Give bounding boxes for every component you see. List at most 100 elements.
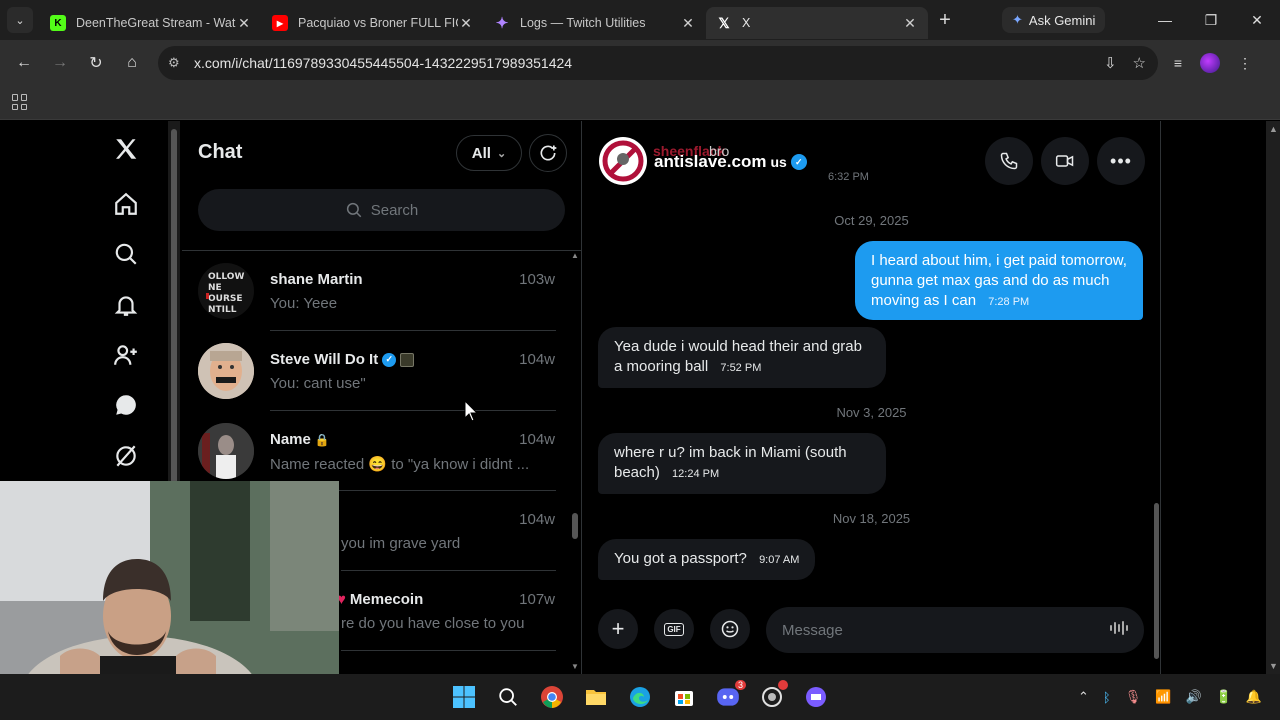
chevron-down-icon: ⌄ bbox=[496, 147, 507, 160]
message-bubble-incoming[interactable]: Yea dude i would head their and grab a m… bbox=[598, 327, 886, 388]
microphone-icon[interactable]: 🎙 bbox=[1125, 689, 1142, 705]
windows-taskbar: 3 ⌃ ᛒ 🎙 📶 🔊 🔋 🔔 bbox=[0, 674, 1280, 720]
message-composer: + GIF Message bbox=[583, 607, 1160, 657]
reload-button[interactable]: ↻ bbox=[78, 45, 114, 81]
url-bar[interactable]: ⚙ x.com/i/chat/1169789330455445504-14322… bbox=[158, 46, 1158, 80]
app-icon[interactable] bbox=[758, 680, 788, 711]
wifi-icon[interactable]: 📶 bbox=[1155, 689, 1171, 705]
taskbar-search-icon[interactable] bbox=[494, 683, 522, 711]
tab-title: X bbox=[742, 16, 751, 30]
chevron-down-icon: ⌄ bbox=[7, 7, 33, 33]
conversation-preview: you im grave yard bbox=[341, 535, 461, 552]
conversation-item[interactable]: Name 🔒 104w Name reacted 😄 to "ya know i… bbox=[182, 411, 568, 491]
page-scrollbar[interactable]: ▲ ▼ bbox=[1266, 121, 1280, 674]
restore-button[interactable]: ❐ bbox=[1188, 0, 1234, 40]
add-attachment-button[interactable]: + bbox=[598, 609, 638, 649]
x-logo-icon[interactable] bbox=[106, 129, 146, 169]
more-options-button[interactable]: ••• bbox=[1097, 137, 1145, 185]
message-bubble-outgoing[interactable]: I heard about him, i get paid tomorrow, … bbox=[855, 241, 1143, 320]
new-tab-button[interactable]: + bbox=[928, 9, 962, 32]
contact-avatar[interactable] bbox=[599, 137, 647, 185]
new-chat-button[interactable] bbox=[529, 134, 567, 172]
browser-tab-4-active[interactable]: 𝕏 X ✕ bbox=[706, 7, 928, 39]
ask-gemini-button[interactable]: ✦ Ask Gemini bbox=[1002, 7, 1106, 33]
close-tab-icon[interactable]: ✕ bbox=[680, 15, 696, 32]
chat-bubble-icon[interactable] bbox=[106, 385, 146, 425]
scroll-up-arrow-icon[interactable]: ▲ bbox=[1269, 124, 1278, 134]
video-call-button[interactable] bbox=[1041, 137, 1089, 185]
volume-icon[interactable]: 🔊 bbox=[1185, 689, 1201, 705]
profile-avatar[interactable] bbox=[1200, 53, 1220, 73]
message-bubble-incoming[interactable]: You got a passport? 9:07 AM bbox=[598, 539, 816, 580]
close-window-button[interactable]: ✕ bbox=[1234, 0, 1280, 40]
search-icon[interactable] bbox=[106, 234, 146, 274]
scroll-up-arrow-icon[interactable]: ▲ bbox=[571, 251, 579, 260]
voice-call-button[interactable] bbox=[985, 137, 1033, 185]
minimize-button[interactable]: — bbox=[1142, 0, 1188, 40]
menu-icon[interactable]: ⋮ bbox=[1238, 55, 1252, 72]
install-app-icon[interactable]: ⇩ bbox=[1104, 54, 1117, 72]
tab-search-button[interactable]: ⌄ bbox=[0, 0, 40, 40]
chevron-up-icon[interactable]: ⌃ bbox=[1078, 689, 1089, 705]
grok-icon[interactable] bbox=[106, 436, 146, 476]
emoji-button[interactable] bbox=[710, 609, 750, 649]
conversation-item[interactable]: OLLOW NE OURSE NTILL shane Martin 103w You:… bbox=[182, 251, 568, 331]
notification-bell-icon[interactable]: 🔔 bbox=[1246, 689, 1262, 705]
youtube-icon: ▶ bbox=[272, 15, 288, 31]
windows-start-icon[interactable] bbox=[450, 683, 478, 711]
scroll-down-arrow-icon[interactable]: ▼ bbox=[1269, 661, 1278, 671]
tab-title: Logs — Twitch Utilities bbox=[520, 16, 646, 30]
store-icon[interactable] bbox=[670, 683, 698, 711]
contact-name-suffix: us bbox=[770, 154, 787, 170]
filter-all-dropdown[interactable]: All ⌄ bbox=[456, 135, 522, 171]
svg-text:OLLOW: OLLOW bbox=[208, 272, 244, 282]
browser-tab-2[interactable]: ▶ Pacquiao vs Broner FULL FIG ✕ bbox=[262, 7, 484, 39]
home-icon[interactable] bbox=[106, 184, 146, 224]
follow-person-icon[interactable] bbox=[106, 335, 146, 375]
message-bubble-incoming[interactable]: where r u? im back in Miami (south beach… bbox=[598, 433, 886, 494]
date-separator: Oct 29, 2025 bbox=[834, 213, 909, 228]
phone-icon bbox=[1000, 152, 1018, 170]
scroll-down-arrow-icon[interactable]: ▼ bbox=[571, 662, 579, 671]
notification-dot bbox=[778, 680, 788, 690]
apps-grid-icon[interactable] bbox=[12, 94, 28, 110]
search-input[interactable]: Search bbox=[198, 189, 565, 231]
conversation-time: 104w bbox=[519, 511, 555, 528]
system-tray: ⌃ ᛒ 🎙 📶 🔊 🔋 🔔 bbox=[1078, 674, 1262, 720]
conversation-panel: sheenflack bro antislave.com us ✓ 6:32 P… bbox=[583, 121, 1161, 674]
conversation-item[interactable]: Steve Will Do It ✓ 104w You: cant use" bbox=[182, 331, 568, 411]
conversation-preview: You: Yeee bbox=[270, 295, 338, 312]
chrome-icon[interactable] bbox=[538, 683, 566, 711]
file-explorer-icon[interactable] bbox=[582, 683, 610, 711]
search-icon bbox=[346, 202, 362, 218]
browser-tab-3[interactable]: ✦ Logs — Twitch Utilities ✕ bbox=[484, 7, 706, 39]
bookmark-star-icon[interactable]: ☆ bbox=[1133, 54, 1146, 72]
contact-name[interactable]: antislave.com us ✓ bbox=[654, 152, 807, 172]
browser-tab-1[interactable]: K DeenTheGreat Stream - Wat ✕ bbox=[40, 7, 262, 39]
edge-icon[interactable] bbox=[626, 683, 654, 711]
gif-button[interactable]: GIF bbox=[654, 609, 694, 649]
bluetooth-icon[interactable]: ᛒ bbox=[1103, 690, 1111, 705]
chat-list-scrollbar[interactable]: ▲ ▼ bbox=[570, 251, 580, 671]
close-tab-icon[interactable]: ✕ bbox=[458, 15, 474, 32]
forward-button[interactable]: → bbox=[42, 45, 78, 81]
home-button[interactable]: ⌂ bbox=[114, 45, 150, 81]
conversation-scrollbar[interactable] bbox=[1151, 121, 1161, 674]
media-controls-icon[interactable]: ≡ bbox=[1174, 55, 1182, 71]
close-tab-icon[interactable]: ✕ bbox=[902, 15, 918, 32]
message-input[interactable]: Message bbox=[766, 607, 1144, 653]
voice-message-icon[interactable] bbox=[1110, 621, 1128, 635]
twitch-utility-icon[interactable] bbox=[802, 683, 830, 711]
url-text: x.com/i/chat/1169789330455445504-1432229… bbox=[194, 55, 573, 71]
back-button[interactable]: ← bbox=[6, 45, 42, 81]
scrollbar-thumb[interactable] bbox=[572, 513, 578, 539]
site-settings-icon[interactable]: ⚙ bbox=[168, 55, 188, 71]
affiliate-badge-icon bbox=[400, 352, 415, 367]
close-tab-icon[interactable]: ✕ bbox=[236, 15, 252, 32]
scrollbar-thumb[interactable] bbox=[1154, 503, 1159, 659]
address-bar-row: ← → ↻ ⌂ ⚙ x.com/i/chat/11697893304554455… bbox=[0, 40, 1280, 86]
battery-icon[interactable]: 🔋 bbox=[1216, 689, 1232, 705]
notifications-bell-icon[interactable] bbox=[106, 285, 146, 325]
discord-badge: 3 bbox=[734, 680, 746, 690]
discord-icon[interactable]: 3 bbox=[714, 680, 746, 711]
